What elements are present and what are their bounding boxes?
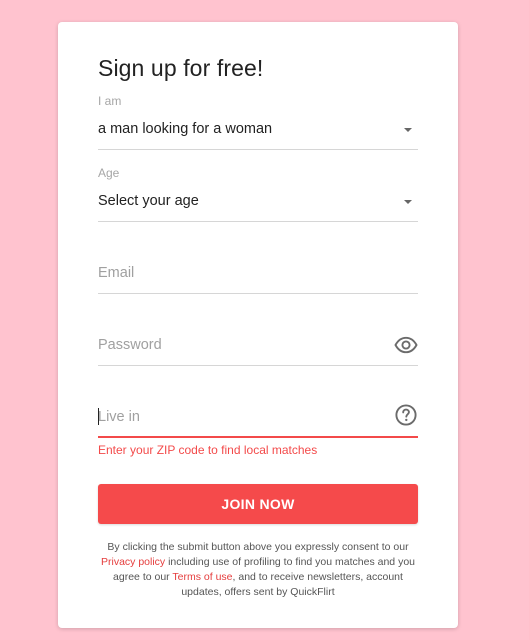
live-in-underline xyxy=(98,436,418,438)
join-now-button[interactable]: JOIN NOW xyxy=(98,484,418,524)
password-placeholder: Password xyxy=(98,337,162,353)
privacy-policy-link[interactable]: Privacy policy xyxy=(101,556,165,568)
password-field[interactable]: Password xyxy=(98,330,418,366)
caret-down-icon xyxy=(404,200,412,204)
i-am-value: a man looking for a woman xyxy=(98,121,273,137)
email-field[interactable]: Email xyxy=(98,258,418,294)
i-am-select[interactable]: I am a man looking for a woman xyxy=(98,94,418,150)
form-title: Sign up for free! xyxy=(98,55,264,81)
caret-down-icon xyxy=(404,128,412,132)
age-underline xyxy=(98,221,418,222)
consent-part1: By clicking the submit button above you … xyxy=(107,541,409,553)
i-am-label: I am xyxy=(98,94,122,108)
eye-icon[interactable] xyxy=(394,333,418,357)
i-am-underline xyxy=(98,149,418,150)
age-value: Select your age xyxy=(98,193,199,209)
age-label: Age xyxy=(98,166,120,180)
email-underline xyxy=(98,293,418,294)
email-placeholder: Email xyxy=(98,265,135,281)
question-circle-icon[interactable] xyxy=(394,403,418,427)
live-in-placeholder: Live in xyxy=(98,409,140,425)
password-underline xyxy=(98,365,418,366)
terms-of-use-link[interactable]: Terms of use xyxy=(172,571,232,583)
signup-card: Sign up for free! I am a man looking for… xyxy=(58,22,458,628)
age-select[interactable]: Age Select your age xyxy=(98,166,418,222)
live-in-error: Enter your ZIP code to find local matche… xyxy=(98,443,318,457)
live-in-field[interactable]: Live in Enter your ZIP code to find loca… xyxy=(98,402,418,458)
consent-text: By clicking the submit button above you … xyxy=(98,540,418,600)
